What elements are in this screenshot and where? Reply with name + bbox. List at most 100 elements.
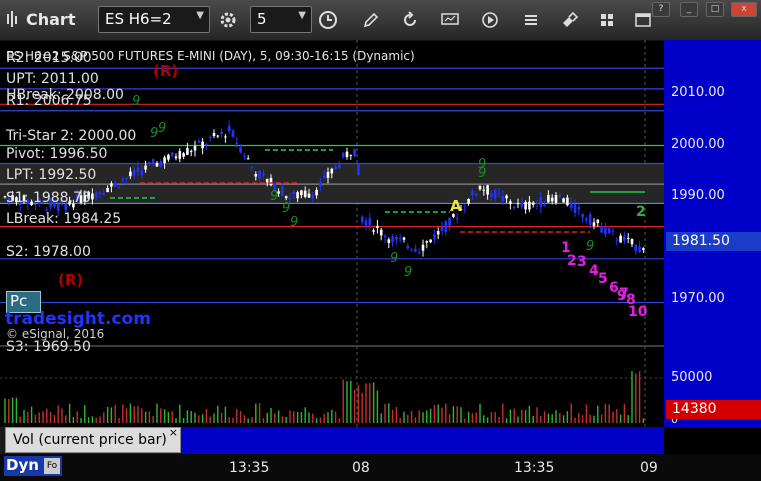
volume-bar	[160, 408, 162, 423]
volume-bar	[49, 411, 52, 423]
candle-body	[91, 193, 94, 200]
menu-icon	[635, 12, 651, 27]
candle-body	[398, 237, 402, 239]
volume-bar	[87, 417, 90, 423]
candle-body	[444, 220, 448, 232]
setup-count: 9	[282, 201, 290, 216]
candle-body	[334, 166, 337, 170]
volume-bar	[407, 414, 409, 423]
last-price-tag: 1981.50	[666, 232, 761, 251]
candle-body	[254, 174, 258, 177]
minimize-button[interactable]: _	[680, 2, 698, 17]
brand-link[interactable]: tradesight.com	[5, 309, 151, 329]
setup-count: 9	[290, 215, 298, 230]
candle-body	[402, 237, 406, 240]
candle-body	[182, 153, 185, 157]
candle-body	[353, 148, 356, 157]
link-button[interactable]	[556, 7, 582, 32]
volume-bar	[627, 414, 629, 423]
candle-body	[429, 239, 432, 243]
level-label: S2: 1978.00	[6, 244, 91, 260]
volume-bar	[239, 411, 242, 423]
candle-body	[368, 218, 372, 226]
link-icon	[563, 11, 579, 27]
maximize-button[interactable]: □	[706, 2, 724, 17]
volume-bar	[190, 410, 192, 423]
candle-body	[243, 155, 246, 157]
price-axis-label: 2000.00	[671, 136, 725, 152]
volume-bar	[327, 412, 329, 423]
clock-icon	[319, 10, 337, 29]
candle-body	[543, 205, 546, 207]
volume-bar	[122, 404, 124, 423]
time-axis-label: 13:35	[229, 460, 270, 476]
volume-bar	[289, 410, 291, 423]
candle-body	[626, 238, 630, 240]
candle-body	[231, 130, 235, 137]
refresh-button[interactable]	[397, 7, 423, 32]
symbol-settings-button[interactable]	[215, 7, 241, 32]
candle-body	[224, 136, 227, 138]
candle-body	[512, 206, 516, 209]
candle-body	[547, 194, 550, 203]
candle-body	[539, 197, 543, 208]
volume-bar	[429, 408, 432, 423]
volume-bar	[445, 403, 447, 423]
candle-body	[615, 239, 619, 241]
symbol-selector[interactable]: ES H6=2 ▼	[98, 6, 210, 33]
volume-bar	[236, 409, 238, 423]
candle-body	[474, 193, 478, 196]
volume-bar	[528, 405, 531, 423]
close-button[interactable]: x	[731, 2, 757, 17]
candle-body	[292, 191, 296, 195]
candle-body	[98, 192, 102, 194]
help-button[interactable]: ?	[652, 2, 670, 17]
candle-body	[265, 178, 269, 183]
candle-body	[562, 198, 565, 203]
interval-selector[interactable]: 5 ▼	[250, 6, 312, 33]
volume-bar	[110, 407, 113, 423]
volume-bar	[483, 415, 485, 423]
volume-bar	[106, 406, 109, 423]
candle-body	[341, 153, 345, 158]
countdown-number: 3	[577, 254, 587, 270]
volume-bar	[308, 412, 310, 423]
close-icon[interactable]: ×	[169, 426, 178, 439]
setup-count: 9	[270, 189, 278, 204]
volume-bar	[616, 409, 618, 423]
templates-button[interactable]	[437, 7, 463, 32]
volume-bar	[141, 408, 143, 423]
candle-body	[144, 165, 147, 170]
volume-bar	[464, 418, 466, 423]
candle-body	[554, 195, 558, 204]
volume-bar	[418, 410, 420, 423]
volume-bar	[11, 397, 14, 423]
volume-bar	[635, 373, 637, 423]
interval-clock-button[interactable]	[315, 7, 341, 32]
price-axis-label: 1990.00	[671, 188, 725, 203]
scale-icon[interactable]: Fo	[44, 458, 60, 474]
chevron-down-icon: ▼	[298, 10, 306, 21]
candle-body	[136, 167, 140, 172]
setup-count: 9	[132, 94, 140, 109]
candle-body	[619, 235, 622, 243]
play-button[interactable]	[477, 7, 503, 32]
dynamic-mode-button[interactable]: Dyn Fo	[4, 456, 62, 476]
list-button[interactable]	[518, 7, 544, 32]
candle-body	[493, 189, 497, 199]
candle-body	[585, 218, 588, 221]
candle-body	[193, 146, 197, 151]
volume-bar	[201, 414, 204, 423]
layout-button[interactable]	[594, 7, 620, 32]
candle-body	[558, 195, 562, 197]
candle-body	[117, 186, 121, 188]
volume-bar	[224, 406, 227, 423]
volume-bar	[84, 405, 86, 423]
level-label: Tri-Star 2: 2000.00	[6, 128, 137, 144]
tab-volume[interactable]: Vol (current price bar) ×	[5, 426, 181, 453]
volume-bar	[137, 405, 139, 423]
draw-tool-button[interactable]	[358, 7, 384, 32]
volume-bar	[247, 418, 249, 423]
volume-bar	[27, 411, 29, 423]
price-axis-label: 1970.00	[671, 291, 725, 306]
